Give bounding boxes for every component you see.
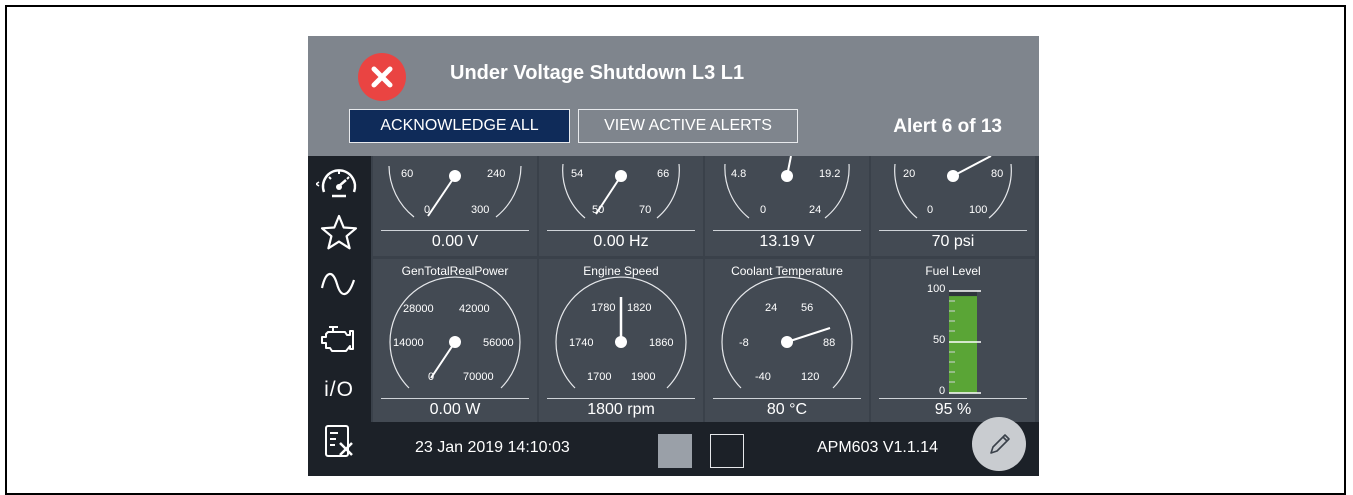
gauge-divider [879,398,1027,399]
gauge-tick: 24 [765,302,778,314]
sidebar-item-io[interactable]: i/O [316,372,362,412]
gauge-tick: 240 [487,168,506,180]
gauge-tick: -8 [739,337,749,349]
edit-button[interactable] [972,417,1026,471]
gauge-tick: 50 [592,204,605,216]
gauge-tick: 66 [657,168,670,180]
gauge-tick: 20 [903,168,916,180]
gauge-tick: 120 [801,371,820,383]
gauge-divider [547,230,695,231]
gauge-tick: 0 [939,385,946,397]
sine-wave-icon [320,272,356,296]
gauge-divider [713,230,861,231]
gauge-tick: 0 [428,371,435,383]
gauge-tick: 70000 [463,371,494,383]
date-time: 23 Jan 2019 14:10:03 [415,439,570,456]
gauge-divider [879,230,1027,231]
sidebar-item-settings[interactable] [316,422,362,462]
gauge-value: 13.19 V [759,233,815,250]
gauge-frequency[interactable]: 54 66 50 70 0.00 Hz [539,156,703,256]
gauge-coolant-temperature[interactable]: Coolant Temperature 24 56 -8 88 -40 120 … [705,259,869,422]
gauge-tick: -40 [755,371,771,383]
gauge-tick: 50 [933,334,946,346]
gauge-tick: 1740 [569,337,594,349]
star-icon [320,214,358,250]
pencil-icon [990,434,1010,454]
gauge-divider [381,230,529,231]
gauge-gen-total-real-power[interactable]: GenTotalRealPower 28000 42000 14000 5600… [373,259,537,422]
sidebar: i/O [308,156,371,476]
gauge-tick: 1820 [627,302,652,314]
gauge-tick: 0 [927,204,934,216]
gauge-tick: 0 [424,204,431,216]
gauge-value: 0.00 W [429,401,481,418]
sidebar-item-waveform[interactable] [316,264,362,304]
gauge-tick: 60 [401,168,414,180]
gauge-tick: 14000 [393,337,424,349]
gauge-tick: 1860 [649,337,674,349]
page-indicator-2[interactable] [710,434,744,468]
hmi-screen: Under Voltage Shutdown L3 L1 ACKNOWLEDGE… [308,36,1039,476]
gauge-tick: 28000 [403,303,434,315]
gauge-oil-pressure[interactable]: 20 80 0 100 70 psi [871,156,1035,256]
sidebar-item-favorites[interactable] [316,212,362,252]
gauge-tick: 4.8 [731,168,747,180]
gauge-value: 1800 rpm [587,401,655,418]
gauge-divider [547,398,695,399]
gauge-fuel-level[interactable]: Fuel Level 100 50 0 95 % [871,259,1035,422]
gauge-tick: 100 [969,204,988,216]
gauge-tick: 56000 [483,337,514,349]
firmware-version: APM603 V1.1.14 [817,439,938,456]
status-bar: 23 Jan 2019 14:10:03 APM603 V1.1.14 [371,422,1039,476]
speedometer-icon [314,169,357,198]
alert-counter: Alert 6 of 13 [893,116,1002,137]
gauge-tick: 24 [809,204,822,216]
settings-document-icon [325,425,353,457]
gauge-tick: 88 [823,337,836,349]
gauge-tick: 54 [571,168,584,180]
gauge-tick: 1780 [591,302,616,314]
gauge-value: 0.00 Hz [593,233,649,250]
alert-banner: Under Voltage Shutdown L3 L1 ACKNOWLEDGE… [308,36,1039,156]
gauge-tick: 1700 [587,371,612,383]
gauge-tick: 80 [991,168,1004,180]
gauge-voltage[interactable]: 60 240 0 300 0.00 V [373,156,537,256]
gauge-tick: 56 [801,302,814,314]
gauge-tick: 70 [639,204,652,216]
gauge-grid: 60 240 0 300 0.00 V 54 66 50 70 0.00 Hz [371,156,1039,422]
gauge-battery-voltage[interactable]: 4.8 19.2 0 24 13.19 V [705,156,869,256]
gauge-tick: 42000 [459,303,490,315]
page-indicator-1[interactable] [658,434,692,468]
gauge-divider [381,398,529,399]
gauge-tick: 300 [471,204,490,216]
error-x-icon [358,53,406,101]
gauge-tick: 19.2 [819,168,841,180]
gauge-value: 80 °C [766,401,808,418]
gauge-tick: 0 [760,204,767,216]
sidebar-item-dashboard[interactable] [314,162,362,202]
alert-title: Under Voltage Shutdown L3 L1 [450,62,745,84]
gauge-value: 70 psi [931,233,975,250]
acknowledge-all-button[interactable]: ACKNOWLEDGE ALL [349,109,570,143]
gauge-divider [713,398,861,399]
gauge-value: 0.00 V [431,233,479,250]
sidebar-item-engine[interactable] [316,318,362,358]
view-active-alerts-button[interactable]: VIEW ACTIVE ALERTS [578,109,798,143]
gauge-tick: 1900 [631,371,656,383]
engine-icon [321,326,354,352]
gauge-tick: 100 [927,283,946,295]
gauge-engine-speed[interactable]: Engine Speed 1780 1820 1740 1860 1700 19… [539,259,703,422]
io-icon: i/O [324,378,354,401]
